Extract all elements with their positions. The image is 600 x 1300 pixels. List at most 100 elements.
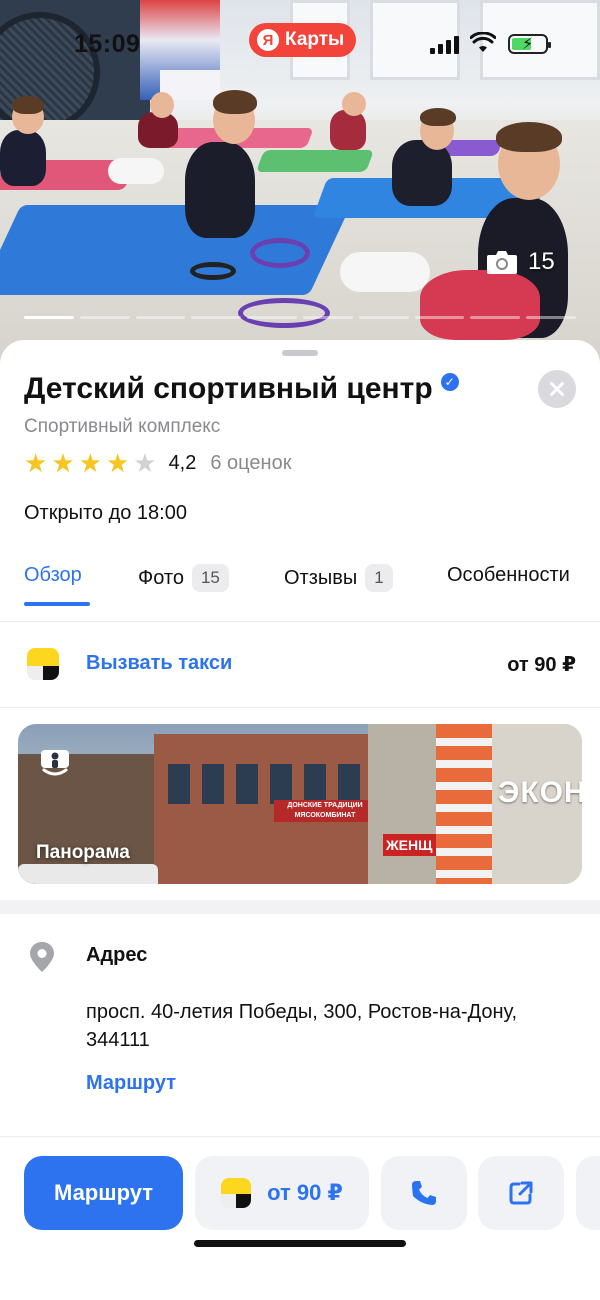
taxi-price: от 90 ₽ [507, 654, 576, 676]
star-icon: ★ [105, 448, 130, 478]
status-time: 15:09 [74, 30, 141, 58]
gallery-page-dot [470, 316, 521, 319]
taxi-button[interactable]: от 90 ₽ [195, 1156, 369, 1230]
action-bar: Маршрут от 90 ₽ [0, 1156, 600, 1232]
panorama-econ-sign: ЭКОН [498, 776, 582, 809]
tab-badge: 1 [365, 564, 393, 592]
place-card-sheet: Детский спортивный центр ✓ Спортивный ко… [0, 340, 600, 1300]
open-external-icon [509, 1181, 533, 1205]
photo-person-foot [340, 252, 430, 292]
home-indicator [194, 1240, 406, 1247]
tab-label: Особенности [447, 564, 570, 586]
tab-label: Фото [138, 566, 184, 589]
app-pill-label: Карты [285, 29, 345, 50]
route-button[interactable]: Маршрут [24, 1156, 183, 1230]
address-title: Адрес [86, 944, 148, 966]
panorama-icon [41, 750, 69, 776]
panorama-windows [168, 764, 368, 804]
battery-icon: ⚡ [508, 34, 551, 54]
photo-rope [250, 238, 310, 268]
tab-overview[interactable]: Обзор [24, 564, 82, 587]
panorama-shop-sign-subtitle: МЯСОКОМБИНАТ [294, 812, 356, 819]
gallery-page-dot [135, 316, 186, 319]
panorama-shop-sign-title: ДОНСКИЕ ТРАДИЦИИ [287, 802, 363, 809]
gallery-page-dot [247, 316, 297, 319]
photo-person-hair [213, 90, 257, 114]
photo-person-foot [108, 158, 164, 184]
place-tabs: Обзор Фото 15 Отзывы 1 Особенности [0, 558, 600, 622]
rating-value: 4,2 [168, 451, 197, 474]
gallery-page-indicator [24, 316, 576, 320]
star-empty-icon: ★ [133, 448, 157, 478]
place-title-text: Детский спортивный центр [24, 372, 433, 405]
phone-icon [412, 1181, 436, 1205]
panorama-building [368, 724, 438, 884]
gallery-page-dot [191, 316, 242, 319]
gallery-page-dot [526, 316, 576, 319]
photo-person [392, 140, 452, 206]
place-rating[interactable]: ★ ★ ★ ★ ★ 4,2 6 оценок [24, 450, 291, 476]
address-route-link[interactable]: Маршрут [86, 1072, 176, 1095]
taxi-button-price: от 90 ₽ [267, 1180, 343, 1205]
gallery-page-dot [79, 316, 130, 319]
photo-count-value: 15 [528, 248, 555, 275]
photo-person-hair [12, 96, 44, 114]
panorama-tower [436, 724, 492, 884]
close-button[interactable] [538, 370, 576, 408]
camera-icon [487, 251, 517, 274]
photo-person [185, 142, 255, 238]
yandex-logo-icon: Я [257, 29, 279, 51]
yandex-taxi-icon [27, 648, 59, 680]
divider [0, 1136, 600, 1137]
panorama-preview[interactable]: ДОНСКИЕ ТРАДИЦИИ МЯСОКОМБИНАТ ЖЕНЩ ЭКОН … [18, 724, 582, 884]
tab-reviews[interactable]: Отзывы 1 [284, 564, 393, 592]
rating-count: 6 оценок [210, 451, 292, 474]
wifi-icon [470, 32, 496, 52]
yandex-taxi-icon [221, 1178, 252, 1208]
place-title: Детский спортивный центр ✓ [24, 372, 459, 406]
tab-photos[interactable]: Фото 15 [138, 564, 229, 592]
gallery-page-dot [358, 316, 409, 319]
tab-label: Отзывы [284, 566, 358, 589]
photo-person-head [150, 92, 174, 118]
place-category: Спортивный комплекс [24, 416, 221, 437]
photo-person-hair [420, 108, 456, 126]
gallery-page-dot [24, 316, 74, 319]
photo-person [330, 110, 366, 150]
active-tab-indicator [24, 602, 90, 606]
photo-person [0, 130, 46, 186]
taxi-row[interactable]: Вызвать такси от 90 ₽ [0, 622, 600, 708]
photo-count[interactable]: 15 [486, 248, 555, 276]
star-icon: ★ [24, 448, 48, 478]
photo-rope [238, 298, 330, 328]
gallery-page-dot [414, 316, 465, 319]
more-actions-button[interactable] [576, 1156, 600, 1230]
verified-badge-icon: ✓ [440, 373, 459, 391]
call-taxi-link[interactable]: Вызвать такси [86, 652, 232, 675]
opening-hours[interactable]: Открыто до 18:00 [24, 502, 187, 525]
photo-person-head [342, 92, 366, 116]
status-bar: 15:09 Я Карты ⚡ [0, 0, 600, 90]
sheet-grabber[interactable] [282, 350, 318, 356]
photo-person-hair [496, 122, 562, 152]
photo-mat [255, 150, 375, 172]
star-icon: ★ [51, 448, 75, 478]
panorama-car [18, 864, 158, 884]
gallery-page-dot [302, 316, 353, 319]
place-photo-gallery[interactable]: 15:09 Я Карты ⚡ 15 [0, 0, 600, 370]
location-pin-icon [30, 942, 54, 972]
photo-hair-tie [190, 262, 236, 280]
address-text[interactable]: просп. 40-летия Победы, 300, Ростов-на-Д… [86, 998, 526, 1054]
call-button[interactable] [381, 1156, 467, 1230]
tab-badge: 15 [191, 564, 229, 592]
close-icon [538, 370, 576, 408]
open-site-button[interactable] [478, 1156, 564, 1230]
tab-label: Обзор [24, 564, 82, 586]
tab-features[interactable]: Особенности [447, 564, 570, 587]
cellular-signal-icon [430, 36, 460, 54]
panorama-label: Панорама [36, 842, 130, 863]
yandex-maps-pill[interactable]: Я Карты [249, 23, 357, 57]
photo-person-shorts [420, 270, 540, 340]
section-divider [0, 900, 600, 914]
star-icon: ★ [78, 448, 102, 478]
